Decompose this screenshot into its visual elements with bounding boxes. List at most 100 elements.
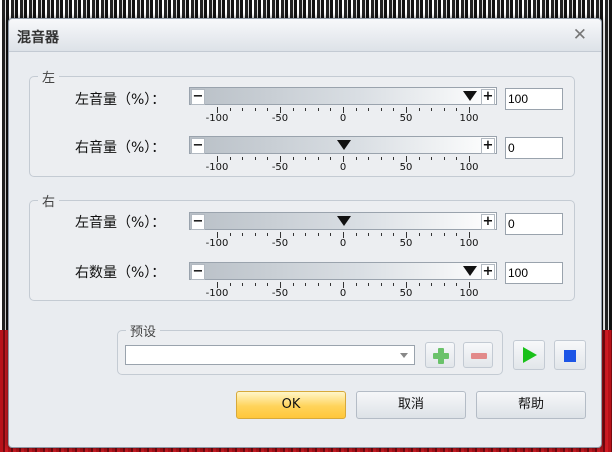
tick (254, 233, 256, 236)
scale-label: 0 (339, 238, 347, 249)
tick (355, 233, 357, 236)
scale-label: 50 (399, 113, 413, 124)
decrease-button[interactable]: − (191, 264, 205, 280)
tick (456, 108, 458, 111)
tick (242, 283, 244, 286)
row-label: 左音量（%）： (75, 215, 166, 231)
slider-thumb[interactable] (463, 266, 477, 276)
tick (317, 283, 319, 286)
tick (317, 108, 319, 111)
slider-thumb[interactable] (337, 140, 351, 150)
stop-button[interactable] (554, 340, 586, 370)
decrease-button[interactable]: − (191, 214, 205, 230)
minus-icon (471, 353, 487, 359)
tick (267, 283, 269, 286)
tick (355, 283, 357, 286)
tick (229, 108, 231, 111)
increase-button[interactable]: + (481, 264, 495, 280)
help-button[interactable]: 帮助 (476, 391, 586, 419)
tick (229, 157, 231, 160)
tick (443, 233, 445, 236)
tick (254, 283, 256, 286)
scale-label: -50 (271, 162, 289, 173)
cancel-button[interactable]: 取消 (356, 391, 466, 419)
increase-button[interactable]: + (481, 89, 495, 105)
tick (380, 108, 382, 111)
tick (418, 108, 420, 111)
slider-thumb[interactable] (337, 216, 351, 226)
add-preset-button[interactable] (425, 342, 455, 368)
tick (292, 108, 294, 111)
tick (267, 108, 269, 111)
chevron-down-icon (400, 353, 408, 358)
slider-left-left-volume[interactable]: − + -100 -50 0 50 100 (189, 87, 497, 124)
tick (431, 283, 433, 286)
group-preset-legend: 预设 (130, 325, 157, 340)
tick (368, 108, 370, 111)
scale-label: -100 (205, 238, 229, 249)
tick (305, 233, 307, 236)
tick (431, 233, 433, 236)
tick (330, 283, 332, 286)
scale-label: 0 (339, 162, 347, 173)
tick (305, 157, 307, 160)
slider-left-right-volume[interactable]: − + -100 -50 0 50 100 (189, 136, 497, 173)
mixer-dialog: 混音器 ✕ 左 右 左音量（%）： −+-100-50050100 右音量（%）… (8, 18, 602, 448)
stop-icon (564, 350, 576, 362)
tick (393, 157, 395, 160)
scale-label: -100 (205, 288, 229, 299)
increase-button[interactable]: + (481, 214, 495, 230)
tick (380, 283, 382, 286)
row-right-right-volume: 右数量（%）： − + -100 -50 0 50 100 (9, 19, 601, 299)
slider-track[interactable]: − + (189, 212, 497, 230)
tick (229, 233, 231, 236)
tick (317, 157, 319, 160)
slider-track[interactable]: − + (189, 136, 497, 154)
scale-label: 100 (459, 162, 479, 173)
tick (380, 233, 382, 236)
tick (443, 157, 445, 160)
ok-button[interactable]: OK (236, 391, 346, 419)
tick (431, 157, 433, 160)
remove-preset-button[interactable] (463, 342, 493, 368)
tick (431, 108, 433, 111)
tick (456, 283, 458, 286)
tick (418, 233, 420, 236)
tick (305, 108, 307, 111)
tick (330, 233, 332, 236)
tick (380, 157, 382, 160)
decrease-button[interactable]: − (191, 89, 205, 105)
scale-label: 100 (459, 288, 479, 299)
tick (456, 233, 458, 236)
tick (317, 233, 319, 236)
tick (242, 157, 244, 160)
tick (267, 233, 269, 236)
preset-select[interactable] (125, 345, 415, 365)
slider-track[interactable]: − + (189, 87, 497, 105)
scale-label: -50 (271, 288, 289, 299)
value-field-left-right-volume[interactable] (505, 137, 563, 159)
tick (368, 157, 370, 160)
value-field-right-left-volume[interactable] (505, 213, 563, 235)
tick (267, 157, 269, 160)
scale-label: 0 (339, 288, 347, 299)
tick (443, 283, 445, 286)
increase-button[interactable]: + (481, 138, 495, 154)
group-right-legend: 右 (42, 195, 56, 210)
slider-right-left-volume[interactable]: − + -100 -50 0 50 100 (189, 212, 497, 249)
row-label: 右音量（%）： (75, 140, 166, 156)
value-field-left-left-volume[interactable] (505, 88, 563, 110)
value-field-right-right-volume[interactable] (505, 262, 563, 284)
tick (368, 283, 370, 286)
slider-thumb[interactable] (463, 91, 477, 101)
tick (330, 157, 332, 160)
scale-label: 50 (399, 238, 413, 249)
slider-track[interactable]: − + (189, 262, 497, 280)
decrease-button[interactable]: − (191, 138, 205, 154)
tick (443, 108, 445, 111)
tick (254, 108, 256, 111)
slider-right-right-volume[interactable]: − + -100 -50 0 50 100 (189, 262, 497, 299)
play-button[interactable] (513, 340, 545, 370)
tick (330, 108, 332, 111)
tick (393, 283, 395, 286)
